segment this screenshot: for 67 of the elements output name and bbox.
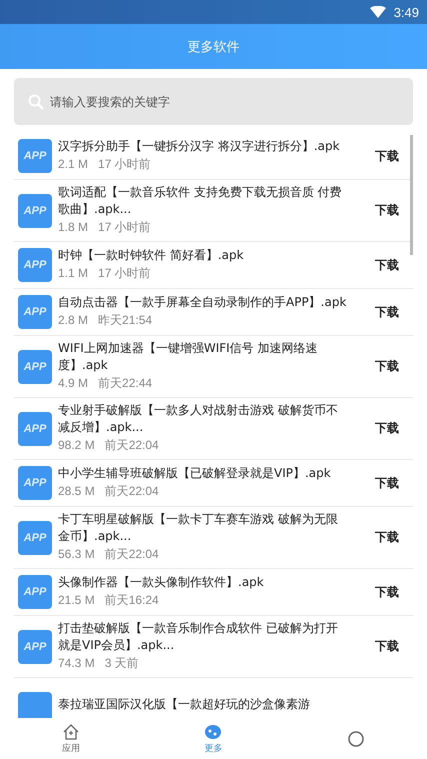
file-row[interactable]: APP 专业射手破解版【一款多人对战射击游戏 破解货币不减反增】.apk... 98.2 M 前天22:04 下载 <box>14 398 413 460</box>
file-size: 1.8 M <box>58 219 88 236</box>
file-time: 3 天前 <box>104 655 139 672</box>
app-icon: APP <box>18 139 52 173</box>
file-size: 2.1 M <box>58 156 88 173</box>
download-button[interactable]: 下载 <box>373 358 413 375</box>
file-name: 歌词适配【一款音乐软件 支持免费下载无损音质 付费歌曲】.apk... <box>58 184 343 218</box>
download-button[interactable]: 下载 <box>373 148 413 164</box>
file-name: 卡丁车明星破解版【一款卡丁车赛车游戏 破解为无限金币】.apk... <box>58 511 339 545</box>
app-icon: APP <box>18 350 52 384</box>
app-icon: APP <box>18 575 52 609</box>
download-button[interactable]: 下载 <box>373 256 413 274</box>
file-name: 头像制作器【一款头像制作软件】.apk <box>58 574 265 591</box>
search-icon <box>28 94 44 110</box>
app-icon <box>18 692 52 718</box>
file-time: 17 小时前 <box>98 265 151 282</box>
file-name: 中小学生辅导班破解版【已破解登录就是VIP】.apk <box>58 465 332 482</box>
file-row[interactable]: APP 自动点击器【一款手屏幕全自动录制作的手APP】.apk 2.8 M 昨天21:54 下载 <box>14 289 413 336</box>
file-size: 74.3 M <box>58 655 95 672</box>
file-name: 泰拉瑞亚国际汉化版【一款超好玩的沙盒像素游 <box>58 696 311 712</box>
file-name: 汉字拆分助手【一键拆分汉字 将汉字进行拆分】.apk <box>58 138 341 155</box>
file-row[interactable]: APP 汉字拆分助手【一键拆分汉字 将汉字进行拆分】.apk 2.1 M 17 小时前 下载 <box>14 133 413 180</box>
file-time: 昨天21:54 <box>98 312 152 329</box>
app-icon: APP <box>18 520 52 554</box>
app-icon: APP <box>18 295 52 329</box>
file-name: WIFI上网加速器【一键增强WIFI信号 加速网络速度】.apk <box>58 340 319 374</box>
file-row[interactable]: APP WIFI上网加速器【一键增强WIFI信号 加速网络速度】.apk 4.9 M 前天22:44 下载 <box>14 336 413 398</box>
file-size: 56.3 M <box>58 546 95 563</box>
download-button[interactable]: 下载 <box>373 474 413 492</box>
download-button[interactable]: 下载 <box>373 202 413 219</box>
file-name: 打击垫破解版【一款音乐制作合成软件 已破解为打开就是VIP会员】.apk... <box>58 620 339 654</box>
app-icon: APP <box>18 248 52 282</box>
file-time: 前天22:04 <box>104 546 159 563</box>
file-time: 前天22:44 <box>98 375 152 392</box>
file-name: 自动点击器【一款手屏幕全自动录制作的手APP】.apk <box>58 294 348 311</box>
file-name: 专业射手破解版【一款多人对战射击游戏 破解货币不减反增】.apk... <box>58 402 339 436</box>
download-button[interactable]: 下载 <box>373 638 413 655</box>
file-row[interactable]: APP 卡丁车明星破解版【一款卡丁车赛车游戏 破解为无限金币】.apk... 56.3 M 前天22:04 下载 <box>14 507 413 569</box>
file-size: 2.8 M <box>58 312 88 329</box>
app-icon: APP <box>18 466 52 500</box>
file-time: 17 小时前 <box>98 156 151 173</box>
blob-icon <box>203 722 224 742</box>
circle-icon <box>346 728 366 748</box>
file-size: 1.1 M <box>58 265 88 282</box>
nav-tab[interactable]: 应用 <box>0 718 142 759</box>
app-icon: APP <box>18 630 52 664</box>
file-time: 前天22:04 <box>104 437 159 454</box>
wifi-icon <box>370 6 386 18</box>
header-title: 更多软件 <box>188 38 240 56</box>
download-button[interactable]: 下载 <box>373 529 413 546</box>
file-size: 4.9 M <box>58 375 88 392</box>
file-row[interactable]: APP 中小学生辅导班破解版【已破解登录就是VIP】.apk 28.5 M 前天22:04 下载 <box>14 460 413 507</box>
file-size: 21.5 M <box>58 592 95 609</box>
app-icon: APP <box>18 194 52 228</box>
download-button[interactable]: 下载 <box>373 304 413 320</box>
file-size: 98.2 M <box>58 437 95 454</box>
download-button[interactable]: 下载 <box>373 420 413 437</box>
file-name: 时钟【一款时钟软件 简好看】.apk <box>58 247 245 264</box>
file-row[interactable]: APP 打击垫破解版【一款音乐制作合成软件 已破解为打开就是VIP会员】.apk... 74.3 M 3 天前 下载 <box>14 616 413 678</box>
search-field[interactable]: 请输入要搜索的关键字 <box>14 78 413 125</box>
file-size: 28.5 M <box>58 483 95 500</box>
file-time: 前天22:04 <box>104 483 159 500</box>
download-button[interactable]: 下载 <box>373 584 413 600</box>
file-time: 前天16:24 <box>104 592 159 609</box>
status-time: 3:49 <box>394 4 419 20</box>
app-icon: APP <box>18 412 52 446</box>
file-time: 17 小时前 <box>98 219 151 236</box>
